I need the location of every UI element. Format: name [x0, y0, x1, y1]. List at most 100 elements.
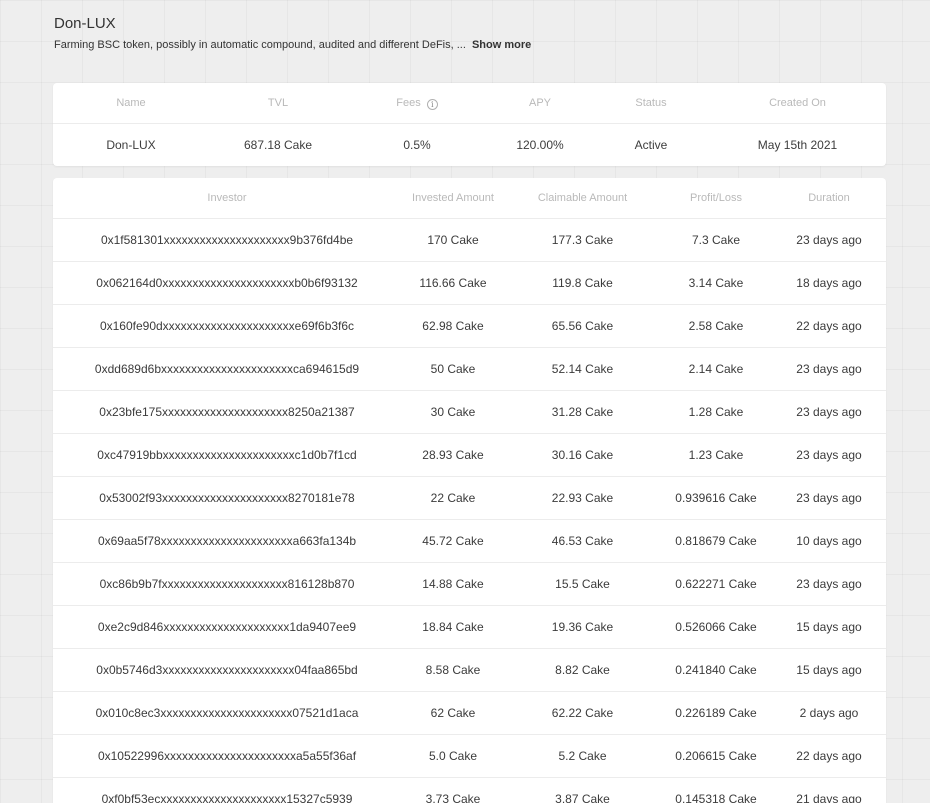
table-row[interactable]: 0x160fe90dxxxxxxxxxxxxxxxxxxxxxxe69f6b3f…	[53, 305, 886, 348]
duration: 22 days ago	[796, 749, 862, 763]
table-row[interactable]: 0x69aa5f78xxxxxxxxxxxxxxxxxxxxxxa663fa13…	[53, 520, 886, 563]
duration: 15 days ago	[796, 620, 862, 634]
claimable-amount: 8.82 Cake	[555, 663, 610, 677]
table-row[interactable]: 0x53002f93xxxxxxxxxxxxxxxxxxxxx8270181e7…	[53, 477, 886, 520]
duration: 2 days ago	[799, 706, 859, 720]
profit-loss: 0.622271 Cake	[675, 577, 757, 591]
investor-address: 0xf0bf53ecxxxxxxxxxxxxxxxxxxxxx15327c593…	[101, 792, 353, 803]
investor-address: 0x53002f93xxxxxxxxxxxxxxxxxxxxx8270181e7…	[99, 491, 355, 505]
investor-address: 0xc47919bbxxxxxxxxxxxxxxxxxxxxxxc1d0b7f1…	[97, 448, 357, 462]
duration: 22 days ago	[796, 319, 862, 333]
invested-amount: 50 Cake	[430, 362, 476, 376]
pool-title: Don-LUX	[54, 15, 116, 32]
profit-loss: 7.3 Cake	[691, 233, 741, 247]
duration: 23 days ago	[796, 362, 862, 376]
claimable-amount: 22.93 Cake	[551, 491, 614, 505]
table-row[interactable]: 0xe2c9d846xxxxxxxxxxxxxxxxxxxxx1da9407ee…	[53, 606, 886, 649]
summary-value-row: Don-LUX 687.18 Cake 0.5% 120.00% Active …	[53, 124, 886, 166]
value-apy: 120.00%	[516, 138, 564, 152]
invested-amount: 30 Cake	[430, 405, 476, 419]
duration: 23 days ago	[796, 233, 862, 247]
claimable-amount: 3.87 Cake	[555, 792, 610, 803]
duration: 18 days ago	[796, 276, 862, 290]
header-investor[interactable]: Investor	[53, 192, 401, 204]
table-row[interactable]: 0x0b5746d3xxxxxxxxxxxxxxxxxxxxxx04faa865…	[53, 649, 886, 692]
header-status: Status	[635, 97, 667, 109]
investor-address: 0x160fe90dxxxxxxxxxxxxxxxxxxxxxxe69f6b3f…	[99, 319, 355, 333]
invested-amount: 170 Cake	[427, 233, 479, 247]
table-row[interactable]: 0x1f581301xxxxxxxxxxxxxxxxxxxxx9b376fd4b…	[53, 219, 886, 262]
claimable-amount: 5.2 Cake	[558, 749, 607, 763]
invested-amount: 28.93 Cake	[422, 448, 484, 462]
table-row[interactable]: 0xf0bf53ecxxxxxxxxxxxxxxxxxxxxx15327c593…	[53, 778, 886, 803]
duration: 23 days ago	[796, 405, 862, 419]
profit-loss: 0.145318 Cake	[675, 792, 757, 803]
investor-address: 0xc86b9b7fxxxxxxxxxxxxxxxxxxxxx816128b87…	[99, 577, 355, 591]
profit-loss: 0.226189 Cake	[675, 706, 757, 720]
header-fees-label: Fees	[396, 96, 421, 109]
duration: 23 days ago	[796, 448, 862, 462]
invested-amount: 5.0 Cake	[428, 749, 478, 763]
invested-amount: 62.98 Cake	[422, 319, 484, 333]
header-created-on: Created On	[769, 97, 826, 109]
investor-address: 0xdd689d6bxxxxxxxxxxxxxxxxxxxxxxca694615…	[94, 362, 360, 376]
profit-loss: 0.818679 Cake	[675, 534, 757, 548]
duration: 21 days ago	[796, 792, 862, 803]
header-apy: APY	[528, 97, 551, 109]
invested-amount: 22 Cake	[430, 491, 476, 505]
investor-address: 0x23bfe175xxxxxxxxxxxxxxxxxxxxx8250a2138…	[99, 405, 355, 419]
invested-amount: 3.73 Cake	[425, 792, 481, 803]
claimable-amount: 119.8 Cake	[552, 276, 613, 290]
investor-address: 0x10522996xxxxxxxxxxxxxxxxxxxxxxa5a55f36…	[97, 749, 357, 763]
table-row[interactable]: 0xc47919bbxxxxxxxxxxxxxxxxxxxxxxc1d0b7f1…	[53, 434, 886, 477]
profit-loss: 0.526066 Cake	[675, 620, 757, 634]
value-created-on: May 15th 2021	[757, 138, 838, 152]
invested-amount: 8.58 Cake	[425, 663, 481, 677]
profit-loss: 0.241840 Cake	[675, 663, 757, 677]
investor-address: 0x062164d0xxxxxxxxxxxxxxxxxxxxxxb0b6f931…	[96, 276, 358, 290]
pool-description-text: Farming BSC token, possibly in automatic…	[54, 39, 466, 51]
claimable-amount: 65.56 Cake	[551, 319, 614, 333]
claimable-amount: 52.14 Cake	[551, 362, 614, 376]
invested-amount: 14.88 Cake	[422, 577, 484, 591]
invested-amount: 18.84 Cake	[422, 620, 484, 634]
claimable-amount: 31.28 Cake	[551, 405, 614, 419]
profit-loss: 0.206615 Cake	[675, 749, 757, 763]
duration: 23 days ago	[796, 491, 862, 505]
show-more-link[interactable]: Show more	[472, 39, 531, 51]
table-row[interactable]: 0xdd689d6bxxxxxxxxxxxxxxxxxxxxxxca694615…	[53, 348, 886, 391]
value-status: Active	[634, 138, 668, 152]
table-row[interactable]: 0xc86b9b7fxxxxxxxxxxxxxxxxxxxxx816128b87…	[53, 563, 886, 606]
summary-header-row: Name TVL Fees i APY Status Created On	[53, 83, 886, 124]
table-row[interactable]: 0x010c8ec3xxxxxxxxxxxxxxxxxxxxxx07521d1a…	[53, 692, 886, 735]
header-profit-loss[interactable]: Profit/Loss	[660, 192, 772, 204]
header-name: Name	[116, 97, 146, 109]
value-fees: 0.5%	[403, 138, 431, 152]
claimable-amount: 46.53 Cake	[551, 534, 614, 548]
profit-loss: 1.28 Cake	[688, 405, 744, 419]
profit-loss: 0.939616 Cake	[675, 491, 757, 505]
table-row[interactable]: 0x10522996xxxxxxxxxxxxxxxxxxxxxxa5a55f36…	[53, 735, 886, 778]
value-tvl: 687.18 Cake	[243, 138, 313, 152]
duration: 15 days ago	[796, 663, 862, 677]
table-row[interactable]: 0x23bfe175xxxxxxxxxxxxxxxxxxxxx8250a2138…	[53, 391, 886, 434]
pool-description: Farming BSC token, possibly in automatic…	[54, 39, 531, 51]
investor-address: 0x69aa5f78xxxxxxxxxxxxxxxxxxxxxxa663fa13…	[97, 534, 357, 548]
profit-loss: 2.14 Cake	[688, 362, 744, 376]
header-invested-amount[interactable]: Invested Amount	[401, 192, 505, 204]
claimable-amount: 177.3 Cake	[551, 233, 614, 247]
invested-amount: 116.66 Cake	[419, 276, 487, 290]
header-claimable-amount[interactable]: Claimable Amount	[505, 192, 660, 204]
invested-amount: 45.72 Cake	[422, 534, 484, 548]
header-duration[interactable]: Duration	[772, 192, 886, 204]
claimable-amount: 30.16 Cake	[551, 448, 614, 462]
value-name: Don-LUX	[106, 138, 156, 152]
invested-amount: 62 Cake	[430, 706, 476, 720]
investor-address: 0x1f581301xxxxxxxxxxxxxxxxxxxxx9b376fd4b…	[100, 233, 354, 247]
pool-summary-table: Name TVL Fees i APY Status Created On Don…	[53, 83, 886, 166]
info-icon[interactable]: i	[426, 98, 438, 110]
profit-loss: 2.58 Cake	[688, 319, 744, 333]
duration: 10 days ago	[796, 534, 862, 548]
table-row[interactable]: 0x062164d0xxxxxxxxxxxxxxxxxxxxxxb0b6f931…	[53, 262, 886, 305]
header-tvl: TVL	[267, 97, 289, 109]
